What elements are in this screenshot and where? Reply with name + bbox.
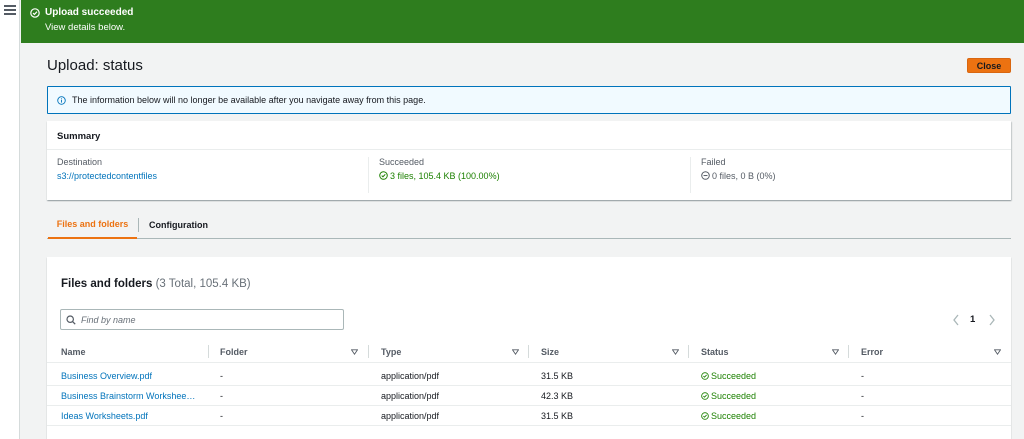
type-cell: application/pdf: [381, 411, 440, 421]
check-circle-icon: [30, 8, 40, 18]
status-text: Succeeded: [711, 411, 757, 421]
chevron-left-icon[interactable]: [951, 312, 961, 328]
failed-minus-circle-icon: [701, 171, 710, 180]
table-row: Business Overview.pdf - application/pdf …: [47, 366, 1011, 386]
destination-link[interactable]: s3://protectedcontentfiles: [57, 171, 157, 181]
file-name-link[interactable]: Business Brainstorm Worksheets.pdf: [61, 391, 196, 401]
table-row: Ideas Worksheets.pdf - application/pdf 3…: [47, 406, 1011, 426]
error-cell: -: [861, 411, 864, 421]
chevron-right-icon[interactable]: [987, 312, 997, 328]
status-text: Succeeded: [711, 371, 757, 381]
table-row: Business Brainstorm Worksheets.pdf - app…: [47, 386, 1011, 406]
status-cell: Succeeded: [701, 371, 756, 381]
success-check-icon: [701, 412, 709, 420]
flash-title: Upload succeeded: [45, 7, 134, 18]
file-name-link[interactable]: Business Overview.pdf: [61, 371, 152, 381]
sort-caret-icon[interactable]: [351, 349, 358, 355]
sort-caret-icon[interactable]: [994, 349, 1001, 355]
search-input[interactable]: [81, 313, 331, 326]
size-cell: 31.5 KB: [541, 411, 574, 421]
sort-caret-icon[interactable]: [512, 349, 519, 355]
folder-cell: -: [220, 391, 223, 401]
failed-value-wrap: 0 files, 0 B (0%): [701, 171, 776, 181]
failed-label: Failed: [701, 157, 726, 167]
flash-subtitle: View details below.: [45, 22, 126, 33]
column-header-type[interactable]: Type: [381, 347, 401, 357]
succeeded-label: Succeeded: [379, 157, 425, 167]
files-title-text: Files and folders: [61, 278, 153, 290]
search-icon: [66, 315, 76, 325]
column-divider[interactable]: [688, 345, 689, 358]
error-cell: -: [861, 391, 864, 401]
error-cell: -: [861, 371, 864, 381]
succeeded-value: 3 files, 105.4 KB (100.00%): [390, 171, 500, 181]
files-table-container: Files and folders (3 Total, 105.4 KB) 1 …: [47, 257, 1011, 439]
failed-value: 0 files, 0 B (0%): [712, 171, 776, 181]
summary-destination: Destination s3://protectedcontentfiles: [57, 157, 377, 193]
type-cell: application/pdf: [381, 371, 440, 381]
info-alert: The information below will no longer be …: [47, 86, 1011, 114]
column-header-error[interactable]: Error: [861, 347, 883, 357]
success-check-icon: [379, 171, 388, 180]
files-count: (3 Total, 105.4 KB): [155, 278, 251, 290]
status-cell: Succeeded: [701, 391, 756, 401]
success-check-icon: [701, 372, 709, 380]
destination-label: Destination: [57, 157, 103, 167]
column-divider[interactable]: [208, 345, 209, 358]
size-cell: 42.3 KB: [541, 391, 574, 401]
column-divider[interactable]: [368, 345, 369, 358]
table-header: Name Folder Type Size Status Error: [47, 341, 1011, 363]
sort-caret-icon[interactable]: [832, 349, 839, 355]
success-check-icon: [701, 392, 709, 400]
column-header-size[interactable]: Size: [541, 347, 559, 357]
page-number[interactable]: 1: [970, 314, 975, 325]
hamburger-menu-icon[interactable]: [4, 5, 16, 15]
page-title: Upload: status: [47, 57, 143, 74]
column-divider[interactable]: [528, 345, 529, 358]
info-text: The information below will no longer be …: [72, 95, 426, 105]
left-nav-bar: [0, 0, 20, 439]
column-header-folder[interactable]: Folder: [220, 347, 248, 357]
size-cell: 31.5 KB: [541, 371, 574, 381]
summary-succeeded: Succeeded 3 files, 105.4 KB (100.00%): [368, 157, 688, 193]
summary-failed: Failed 0 files, 0 B (0%): [690, 157, 1010, 193]
success-flash-banner: Upload succeeded View details below.: [21, 0, 1024, 43]
tab-files-and-folders[interactable]: Files and folders: [48, 210, 137, 239]
search-field[interactable]: [60, 309, 344, 330]
close-button[interactable]: Close: [967, 58, 1011, 73]
info-icon: [57, 96, 66, 105]
tab-configuration[interactable]: Configuration: [138, 218, 218, 232]
summary-container: Summary Destination s3://protectedconten…: [47, 121, 1011, 200]
sort-caret-icon[interactable]: [672, 349, 679, 355]
status-cell: Succeeded: [701, 411, 756, 421]
pagination: 1: [951, 312, 1001, 328]
column-divider[interactable]: [848, 345, 849, 358]
summary-title: Summary: [57, 131, 101, 142]
type-cell: application/pdf: [381, 391, 440, 401]
files-table-title: Files and folders (3 Total, 105.4 KB): [61, 278, 251, 290]
folder-cell: -: [220, 411, 223, 421]
column-header-status[interactable]: Status: [701, 347, 729, 357]
status-text: Succeeded: [711, 391, 757, 401]
file-name-link[interactable]: Ideas Worksheets.pdf: [61, 411, 148, 421]
succeeded-value-wrap: 3 files, 105.4 KB (100.00%): [379, 171, 500, 181]
tab-bar: Files and folders Configuration: [47, 210, 1011, 239]
folder-cell: -: [220, 371, 223, 381]
column-header-name[interactable]: Name: [61, 347, 86, 357]
summary-header: Summary: [47, 121, 1011, 150]
